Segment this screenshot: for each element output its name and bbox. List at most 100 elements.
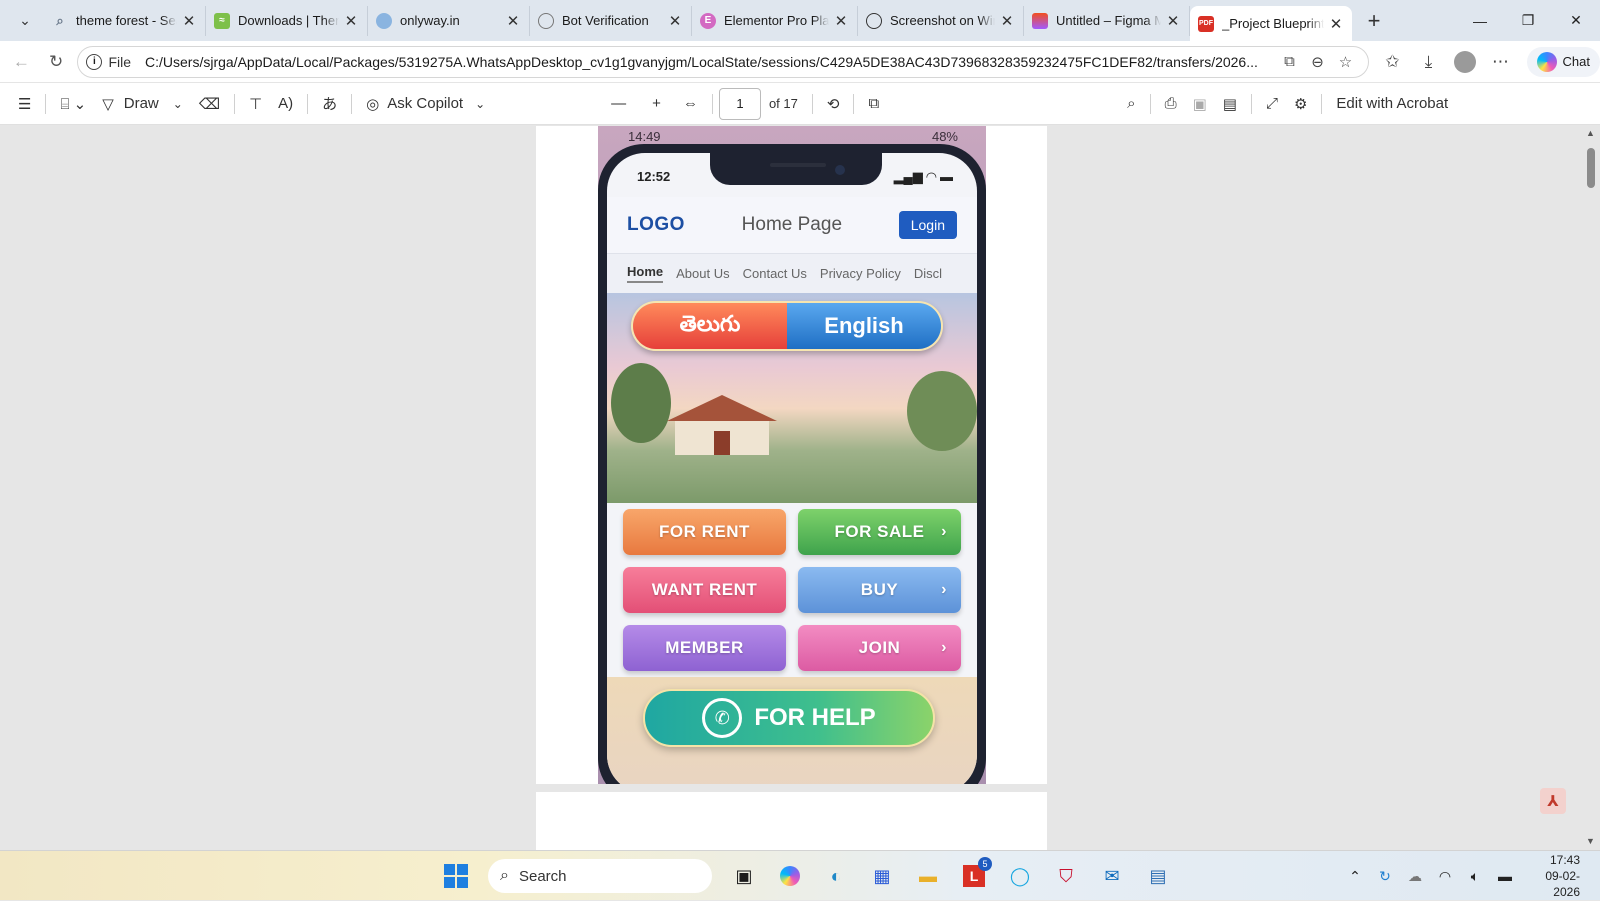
favorites-icon[interactable]: ✩ <box>1375 52 1411 72</box>
for-sale-label: FOR SALE <box>834 522 925 541</box>
store-app-button[interactable]: ▦ <box>862 856 902 896</box>
read-aloud-button[interactable]: A) <box>270 88 301 120</box>
mcafee-button[interactable]: ⛉ <box>1046 856 1086 896</box>
chatgpt-icon <box>866 12 882 29</box>
fit-width-icon: ⇔ <box>682 95 698 112</box>
eraser-icon: ⌫ <box>198 95 221 113</box>
scrollbar-thumb[interactable] <box>1587 148 1595 188</box>
close-tab-icon[interactable]: ✕ <box>1328 15 1344 33</box>
scroll-down-icon[interactable]: ▼ <box>1586 836 1595 846</box>
themeforest-icon: ≈ <box>214 12 230 29</box>
tab-actions-menu[interactable]: ⌄ <box>6 6 44 36</box>
settings-button[interactable]: ⚙ <box>1286 88 1315 120</box>
browser-tab[interactable]: Untitled – Figma M ✕ <box>1024 5 1190 36</box>
address-bar[interactable]: i File C:/Users/sjrga/AppData/Local/Pack… <box>77 45 1369 78</box>
close-tab-icon[interactable]: ✕ <box>833 12 849 30</box>
taskbar-search[interactable]: ⌕ Search <box>488 859 712 893</box>
close-window-button[interactable]: ✕ <box>1552 0 1600 41</box>
refresh-button[interactable]: ↻ <box>39 46 74 78</box>
chevron-right-icon: › <box>941 639 947 656</box>
close-tab-icon[interactable]: ✕ <box>505 12 521 30</box>
copilot-app-button[interactable] <box>770 856 810 896</box>
acrobat-icon[interactable]: ⅄ <box>1540 788 1566 814</box>
close-tab-icon[interactable]: ✕ <box>999 12 1015 30</box>
edit-with-acrobat-button[interactable]: Edit with Acrobat <box>1328 88 1456 120</box>
browser-tab[interactable]: Bot Verification ✕ <box>530 5 692 36</box>
close-tab-icon[interactable]: ✕ <box>343 12 359 30</box>
wifi-icon[interactable]: ◠ <box>1430 868 1460 885</box>
zoom-out-icon[interactable]: ⊖ <box>1304 53 1332 71</box>
close-tab-icon[interactable]: ✕ <box>181 12 197 30</box>
minus-icon: — <box>611 95 627 112</box>
save-button[interactable]: ▣ <box>1185 88 1215 120</box>
browser-tab-active[interactable]: PDF _Project Blueprint_ ✕ <box>1190 5 1352 42</box>
pen-icon: ▽ <box>102 95 114 113</box>
info-icon[interactable]: i <box>86 53 103 70</box>
page-number-input[interactable]: 1 <box>718 87 761 120</box>
more-menu-icon[interactable]: ⋯ <box>1483 52 1519 72</box>
browser-tab[interactable]: ⌕ theme forest - Sear ✕ <box>44 5 206 36</box>
scroll-up-icon[interactable]: ▲ <box>1586 128 1595 138</box>
edge-app-button[interactable]: ◐ <box>816 856 856 896</box>
minimize-button[interactable]: — <box>1456 0 1504 41</box>
downloads-icon[interactable]: ⤓ <box>1411 52 1447 72</box>
close-tab-icon[interactable]: ✕ <box>667 12 683 30</box>
plus-icon: + <box>652 95 661 112</box>
divider <box>45 93 47 114</box>
page-title: Home Page <box>741 214 843 235</box>
start-button[interactable] <box>436 856 476 896</box>
browser-tab[interactable]: E Elementor Pro Plan ✕ <box>692 5 858 36</box>
text-box-button[interactable]: ⊤ <box>241 88 270 120</box>
save-as-icon: ▤ <box>1222 95 1237 113</box>
restore-button[interactable]: ❐ <box>1504 0 1552 41</box>
clock[interactable]: 17:43 09-02-2026 <box>1520 852 1600 900</box>
highlight-button[interactable]: ⌸ ⌄ <box>52 88 94 120</box>
chevron-up-icon[interactable]: ⌃ <box>1340 868 1370 885</box>
zoom-in-button[interactable]: + <box>644 88 669 120</box>
battery-icon[interactable]: ▬ <box>1490 868 1520 884</box>
url-text[interactable]: C:/Users/sjrga/AppData/Local/Packages/53… <box>145 54 1276 70</box>
back-button[interactable]: ← <box>4 46 39 78</box>
pdf-viewer[interactable]: 14:49 48% 12:52 ▂▄▆ ◠ ▬ LOGO Home Page L… <box>0 126 1600 850</box>
chevron-down-icon: ⌄ <box>19 12 31 28</box>
vertical-scrollbar[interactable]: ▲ ▼ <box>1582 126 1600 850</box>
eraser-button[interactable]: ⌫ <box>191 88 228 120</box>
zoom-out-button[interactable]: — <box>603 88 634 120</box>
print-button[interactable]: ⎙ <box>1157 88 1185 120</box>
cortana-button[interactable]: ◯ <box>1000 856 1040 896</box>
new-tab-button[interactable]: + <box>1356 6 1392 36</box>
volume-icon[interactable]: 🔈︎ <box>1460 868 1490 885</box>
close-tab-icon[interactable]: ✕ <box>1165 12 1181 30</box>
clock-time: 17:43 <box>1549 853 1580 867</box>
cloud-icon[interactable]: ☁ <box>1400 868 1430 885</box>
page-view-button[interactable]: ⧉ <box>860 88 887 120</box>
avatar[interactable] <box>1453 50 1476 73</box>
browser-tab[interactable]: ≈ Downloads | Theme ✕ <box>206 5 368 36</box>
outlook-button[interactable]: ✉ <box>1092 856 1132 896</box>
contents-button[interactable]: ☰ <box>10 88 39 120</box>
browser-tab[interactable]: Screenshot on Win ✕ <box>858 5 1024 36</box>
app-l-button[interactable]: L 5 <box>954 856 994 896</box>
fullscreen-button[interactable]: ⤢ <box>1258 88 1286 120</box>
divider <box>853 93 855 114</box>
notepad-button[interactable]: ▤ <box>1138 856 1178 896</box>
telugu-button: తెలుగు <box>633 303 787 349</box>
immersive-reader-icon[interactable]: ⧉ <box>1276 53 1304 70</box>
ask-copilot-button[interactable]: ◎ Ask Copilot ⌄ <box>358 88 493 120</box>
copilot-icon <box>1536 51 1557 72</box>
browser-tab[interactable]: onlyway.in ✕ <box>368 5 530 36</box>
copilot-chat-button[interactable]: Chat <box>1526 46 1600 77</box>
draw-button[interactable]: ▽ Draw ⌄ <box>94 88 191 120</box>
tab-title: Screenshot on Win <box>890 13 995 28</box>
find-button[interactable]: ⌕ <box>1119 88 1143 120</box>
rotate-button[interactable]: ⟲ <box>819 88 848 120</box>
task-view-button[interactable]: ▣ <box>724 856 764 896</box>
favorite-star-icon[interactable]: ☆ <box>1332 53 1360 71</box>
file-explorer-button[interactable]: ▬ <box>908 856 948 896</box>
fit-width-button[interactable]: ⇔ <box>675 88 706 120</box>
notepad-icon: ▤ <box>1149 865 1167 886</box>
save-as-button[interactable]: ▤ <box>1215 88 1245 120</box>
sync-icon[interactable]: ↻ <box>1370 868 1400 885</box>
divider <box>1250 93 1252 114</box>
translate-button[interactable]: あ <box>314 88 345 120</box>
